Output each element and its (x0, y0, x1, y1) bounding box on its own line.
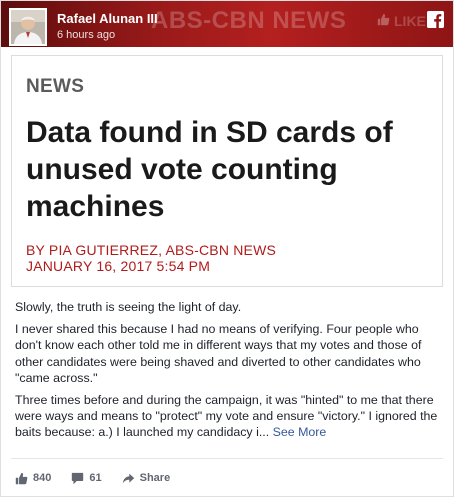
post-actions-bar: 840 61 Share (15, 469, 190, 487)
post-paragraph: Slowly, the truth is seeing the light of… (15, 300, 242, 314)
article-headline: Data found in SD cards of unused vote co… (26, 116, 393, 223)
author-name[interactable]: Rafael Alunan III (57, 11, 158, 26)
article-byline-block: BY PIA GUTIERREZ, ABS-CBN NEWS JANUARY 1… (26, 242, 276, 274)
post-body: Slowly, the truth is seeing the light of… (15, 299, 445, 447)
facebook-icon[interactable] (427, 11, 444, 28)
post-paragraph: Three times before and during the campai… (15, 393, 438, 440)
article-byline: BY PIA GUTIERREZ, ABS-CBN NEWS (26, 242, 277, 258)
article-preview[interactable]: NEWS Data found in SD cards of unused vo… (11, 55, 443, 287)
banner-like-label: LIKE (394, 13, 426, 29)
see-more-link[interactable]: See More (273, 425, 327, 439)
post-paragraph-last: Three times before and during the campai… (15, 392, 445, 441)
banner-watermark: ABS-CBN NEWS (151, 7, 347, 34)
like-count: 840 (33, 472, 52, 484)
article-date: JANUARY 16, 2017 5:54 PM (26, 258, 211, 274)
comment-count: 61 (89, 472, 102, 484)
header-banner: ABS-CBN NEWS LIKE Rafael Alunan III 6 ho… (1, 1, 453, 47)
comment-button[interactable]: 61 (71, 472, 102, 485)
comment-icon (71, 472, 84, 485)
like-button[interactable]: 840 (15, 472, 51, 485)
banner-like-button[interactable]: LIKE (377, 13, 426, 29)
post-timestamp[interactable]: 6 hours ago (57, 29, 115, 41)
share-icon (122, 472, 135, 485)
actions-divider (11, 458, 443, 459)
post-paragraph: I never shared this because I had no mea… (15, 322, 422, 385)
share-button[interactable]: Share (122, 472, 171, 485)
article-section-label: NEWS (26, 76, 85, 97)
author-avatar[interactable] (9, 8, 47, 46)
share-label: Share (139, 472, 171, 484)
thumbs-up-icon (377, 13, 390, 29)
like-icon (15, 472, 28, 485)
facebook-post-card: ABS-CBN NEWS LIKE Rafael Alunan III 6 ho… (0, 0, 454, 497)
